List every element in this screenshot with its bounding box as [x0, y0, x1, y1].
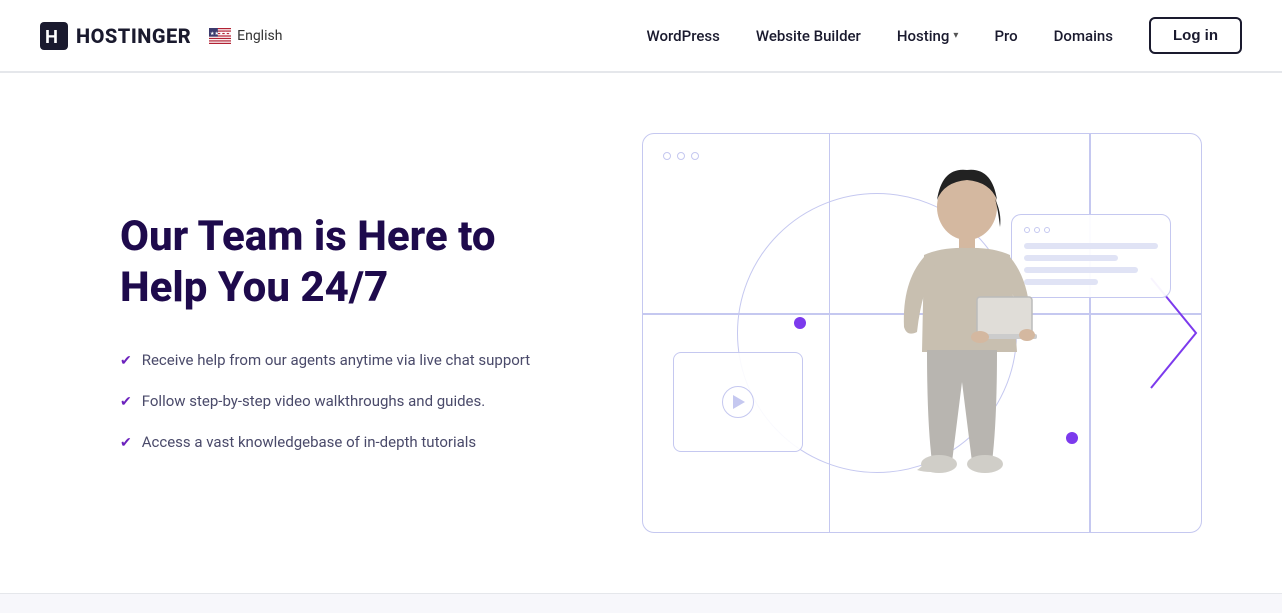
- navbar: H HOSTINGER ★★★★★★★★★★★★★★★★★★★★★★★★★★★★…: [0, 0, 1282, 72]
- hero-features: ✔ Receive help from our agents anytime v…: [120, 349, 580, 454]
- check-icon-2: ✔: [120, 392, 132, 413]
- feature-item-1: ✔ Receive help from our agents anytime v…: [120, 349, 580, 372]
- feature-item-3: ✔ Access a vast knowledgebase of in-dept…: [120, 431, 580, 454]
- browser-dot-2: [677, 152, 685, 160]
- login-button[interactable]: Log in: [1149, 17, 1242, 54]
- logo-text: HOSTINGER: [76, 24, 191, 48]
- language-selector[interactable]: ★★★★★★★★★★★★★★★★★★★★★★★★★★★★★★★★★★★★★★★★…: [209, 28, 282, 44]
- nav-hosting[interactable]: Hosting ▾: [897, 27, 959, 45]
- navbar-nav: WordPress Website Builder Hosting ▾ Pro …: [647, 17, 1242, 54]
- hero-title: Our Team is Here to Help You 24/7: [120, 212, 580, 313]
- logo-icon: H: [40, 22, 68, 50]
- flag-icon: ★★★★★★★★★★★★★★★★★★★★★★★★★★★★★★★★★★★★★★★★…: [209, 28, 231, 44]
- browser-dot-3: [691, 152, 699, 160]
- purple-dot-top: [794, 317, 806, 329]
- language-label: English: [237, 28, 282, 44]
- purple-dot-bottom: [1066, 432, 1078, 444]
- play-button: [722, 386, 754, 418]
- illustration-container: [642, 133, 1202, 533]
- person-illustration: [862, 152, 1062, 532]
- person-svg: [862, 152, 1062, 532]
- hero-section: Our Team is Here to Help You 24/7 ✔ Rece…: [0, 73, 1282, 593]
- feature-item-2: ✔ Follow step-by-step video walkthroughs…: [120, 390, 580, 413]
- logo-link[interactable]: H HOSTINGER: [40, 22, 191, 50]
- check-icon-1: ✔: [120, 351, 132, 372]
- browser-dots: [663, 152, 699, 160]
- chevron-down-icon: ▾: [953, 30, 958, 41]
- feature-text-1: Receive help from our agents anytime via…: [142, 349, 530, 372]
- bottom-bar: [0, 593, 1282, 613]
- navbar-left: H HOSTINGER ★★★★★★★★★★★★★★★★★★★★★★★★★★★★…: [40, 22, 282, 50]
- check-icon-3: ✔: [120, 433, 132, 454]
- grid-line-v2: [1089, 134, 1091, 532]
- hero-illustration: [642, 133, 1202, 533]
- nav-pro[interactable]: Pro: [994, 27, 1017, 45]
- play-triangle-icon: [733, 395, 745, 409]
- feature-text-2: Follow step-by-step video walkthroughs a…: [142, 390, 485, 413]
- feature-text-3: Access a vast knowledgebase of in-depth …: [142, 431, 476, 454]
- hero-content: Our Team is Here to Help You 24/7 ✔ Rece…: [120, 212, 580, 454]
- nav-domains[interactable]: Domains: [1054, 27, 1113, 45]
- nav-wordpress[interactable]: WordPress: [647, 27, 720, 45]
- video-card: [673, 352, 803, 452]
- svg-text:H: H: [45, 27, 58, 47]
- browser-dot-1: [663, 152, 671, 160]
- svg-text:★★★★★★★★★★★★★★★★★★★★★★★★★★★★★★: ★★★★★★★★★★★★★★★★★★★★★★★★★★★★★★★★★★★★★★★★…: [210, 31, 231, 37]
- nav-website-builder[interactable]: Website Builder: [756, 27, 861, 45]
